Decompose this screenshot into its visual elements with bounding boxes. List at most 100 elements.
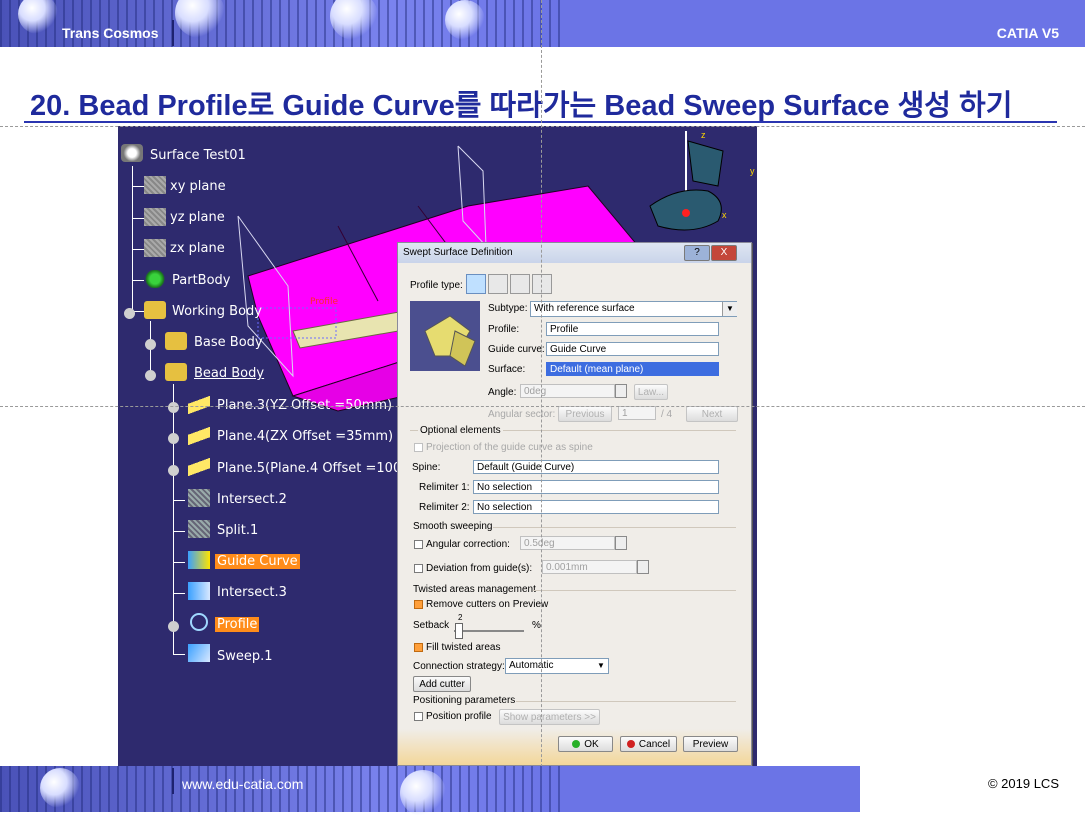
tree-item-split1[interactable]: Split.1 bbox=[217, 523, 258, 538]
expand-toggle[interactable] bbox=[168, 433, 179, 444]
tree-branch-line bbox=[173, 500, 185, 501]
tree-item-guide-curve[interactable]: Guide Curve bbox=[215, 554, 300, 569]
ok-icon bbox=[572, 740, 581, 748]
plane-icon[interactable] bbox=[144, 176, 166, 194]
next-button[interactable]: Next bbox=[686, 406, 738, 422]
tree-item-plane4[interactable]: Plane.4(ZX Offset =35mm) bbox=[217, 429, 393, 444]
tree-item-yz-plane[interactable]: yz plane bbox=[170, 210, 225, 225]
chevron-down-icon[interactable]: ▼ bbox=[722, 302, 737, 316]
tree-branch-line bbox=[132, 186, 144, 187]
footer-site-link[interactable]: www.edu-catia.com bbox=[182, 776, 303, 792]
optional-elements-header: Optional elements bbox=[418, 425, 503, 436]
brand-name: Trans Cosmos bbox=[62, 25, 159, 41]
setback-slider-thumb[interactable] bbox=[455, 623, 463, 639]
subtype-select[interactable]: With reference surface bbox=[530, 301, 737, 317]
fill-twisted-checkbox[interactable] bbox=[414, 643, 423, 652]
layout-guide bbox=[541, 0, 542, 812]
geometrical-set-icon[interactable] bbox=[165, 332, 187, 350]
geometrical-set-icon[interactable] bbox=[144, 301, 166, 319]
header-divider bbox=[172, 20, 174, 46]
geometrical-set-icon[interactable] bbox=[165, 363, 187, 381]
profile-label: Profile: bbox=[488, 324, 520, 335]
tree-branch-line bbox=[173, 384, 174, 654]
deviation-checkbox[interactable] bbox=[414, 564, 423, 573]
relimiter2-field[interactable]: No selection bbox=[473, 500, 719, 514]
part-gear-icon[interactable] bbox=[121, 144, 143, 162]
plane-icon[interactable] bbox=[144, 208, 166, 226]
tree-item-sweep1[interactable]: Sweep.1 bbox=[217, 649, 273, 664]
law-button[interactable]: Law... bbox=[634, 384, 668, 400]
tree-item-intersect3[interactable]: Intersect.3 bbox=[217, 585, 287, 600]
curve-icon[interactable] bbox=[188, 551, 210, 569]
expand-toggle[interactable] bbox=[168, 465, 179, 476]
position-profile-checkbox[interactable] bbox=[414, 712, 423, 721]
profile-field[interactable]: Profile bbox=[546, 322, 719, 336]
tree-item-base-body[interactable]: Base Body bbox=[194, 335, 263, 350]
remove-cutters-checkbox[interactable] bbox=[414, 600, 423, 609]
expand-toggle[interactable] bbox=[168, 402, 179, 413]
dialog-titlebar[interactable]: Swept Surface Definition ? X bbox=[398, 243, 751, 263]
deviation-spinner[interactable] bbox=[637, 560, 649, 574]
setback-value: 2 bbox=[458, 613, 463, 622]
chevron-down-icon[interactable]: ▼ bbox=[594, 659, 608, 673]
collapse-toggle[interactable] bbox=[145, 370, 156, 381]
relimiter1-field[interactable]: No selection bbox=[473, 480, 719, 494]
sweep-icon[interactable] bbox=[188, 644, 210, 662]
profile-type-label: Profile type: bbox=[410, 280, 463, 291]
profile-type-circle-icon[interactable] bbox=[510, 274, 530, 294]
plane-feature-icon[interactable] bbox=[188, 458, 210, 476]
tree-item-bead-body[interactable]: Bead Body bbox=[194, 366, 264, 381]
show-parameters-button[interactable]: Show parameters >> bbox=[499, 709, 600, 725]
smooth-sweeping-group bbox=[493, 527, 736, 528]
guide-curve-field[interactable]: Guide Curve bbox=[546, 342, 719, 356]
surface-field[interactable]: Default (mean plane) bbox=[546, 362, 719, 376]
expand-toggle[interactable] bbox=[145, 339, 156, 350]
angular-correction-field[interactable]: 0.5deg bbox=[520, 536, 615, 550]
deviation-label: Deviation from guide(s): bbox=[426, 563, 533, 574]
setback-slider-track[interactable] bbox=[454, 630, 524, 632]
sector-field[interactable]: 1 bbox=[618, 406, 656, 420]
add-cutter-button[interactable]: Add cutter bbox=[413, 676, 471, 692]
intersect-icon[interactable] bbox=[188, 489, 210, 507]
cancel-label: Cancel bbox=[638, 739, 671, 750]
ok-button[interactable]: OK bbox=[558, 736, 613, 752]
tree-branch-line bbox=[173, 562, 185, 563]
tree-item-intersect2[interactable]: Intersect.2 bbox=[217, 492, 287, 507]
plane-icon[interactable] bbox=[144, 239, 166, 257]
profile-type-explicit-icon[interactable] bbox=[466, 274, 486, 294]
tree-item-xy-plane[interactable]: xy plane bbox=[170, 179, 226, 194]
expand-toggle[interactable] bbox=[168, 621, 179, 632]
tree-item-partbody[interactable]: PartBody bbox=[172, 273, 230, 288]
positioning-group bbox=[516, 701, 736, 702]
axis-y-label: y bbox=[750, 166, 755, 176]
profile-type-conic-icon[interactable] bbox=[532, 274, 552, 294]
tree-item-profile[interactable]: Profile bbox=[215, 617, 260, 632]
collapse-toggle[interactable] bbox=[124, 308, 135, 319]
tree-item-zx-plane[interactable]: zx plane bbox=[170, 241, 225, 256]
tree-branch-line bbox=[132, 218, 144, 219]
slide-title: 20. Bead Profile로 Guide Curve를 따라가는 Bead… bbox=[30, 90, 1013, 122]
cancel-button[interactable]: Cancel bbox=[620, 736, 677, 752]
close-button[interactable]: X bbox=[711, 245, 737, 261]
partbody-gear-icon[interactable] bbox=[144, 270, 166, 288]
intersect-icon[interactable] bbox=[188, 582, 210, 600]
profile-type-line-icon[interactable] bbox=[488, 274, 508, 294]
tree-root[interactable]: Surface Test01 bbox=[150, 148, 246, 163]
tree-item-working-body[interactable]: Working Body bbox=[172, 304, 262, 319]
spine-field[interactable]: Default (Guide Curve) bbox=[473, 460, 719, 474]
angular-correction-checkbox[interactable] bbox=[414, 540, 423, 549]
angular-correction-spinner[interactable] bbox=[615, 536, 627, 550]
tree-item-plane5[interactable]: Plane.5(Plane.4 Offset =100mm bbox=[217, 461, 427, 476]
angle-field[interactable]: 0deg bbox=[520, 384, 615, 398]
circle-icon[interactable] bbox=[190, 613, 208, 631]
split-icon[interactable] bbox=[188, 520, 210, 538]
preview-button[interactable]: Preview bbox=[683, 736, 738, 752]
relimiter2-label: Relimiter 2: bbox=[419, 502, 470, 513]
angle-spinner[interactable] bbox=[615, 384, 627, 398]
projection-checkbox[interactable] bbox=[414, 443, 423, 452]
deviation-field[interactable]: 0.001mm bbox=[542, 560, 637, 574]
plane-feature-icon[interactable] bbox=[188, 396, 210, 414]
help-button[interactable]: ? bbox=[684, 245, 710, 261]
previous-button[interactable]: Previous bbox=[558, 406, 612, 422]
plane-feature-icon[interactable] bbox=[188, 427, 210, 445]
